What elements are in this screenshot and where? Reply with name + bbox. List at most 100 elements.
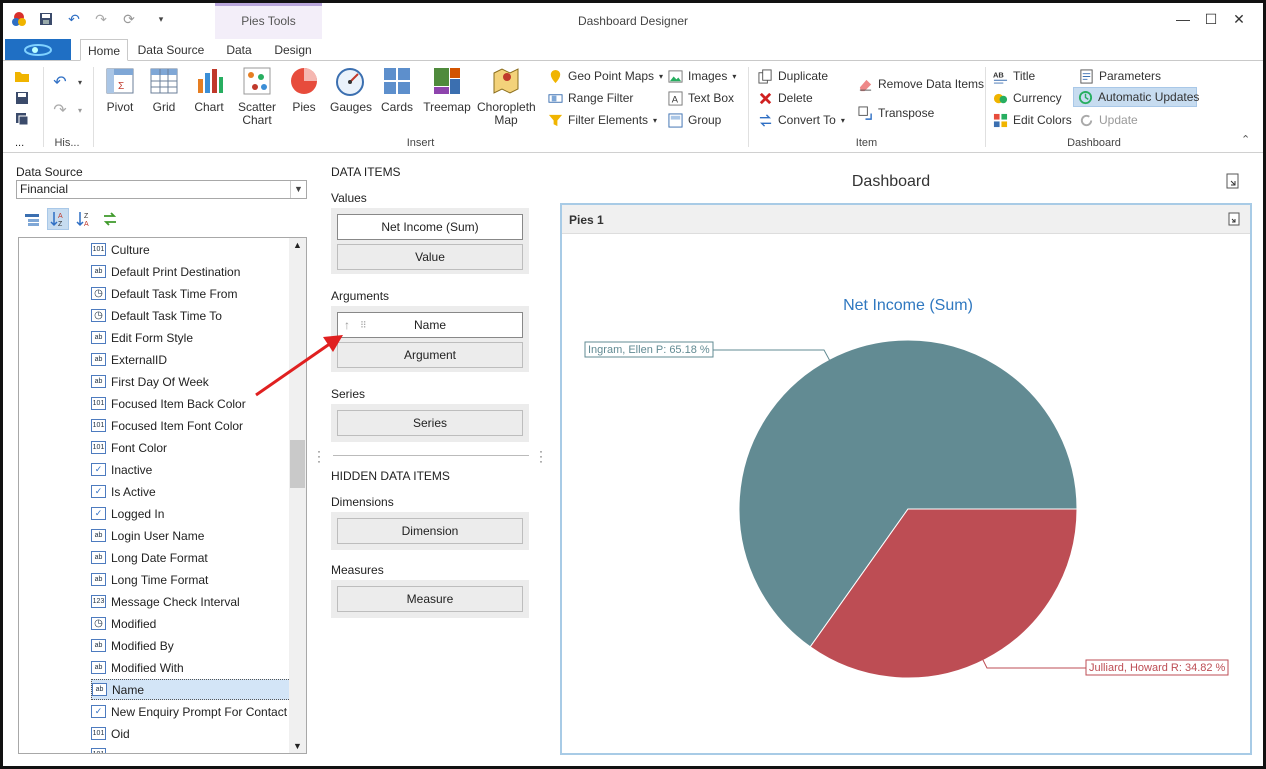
save-as-icon[interactable]: [13, 110, 31, 128]
export-dashboard-icon[interactable]: [1225, 173, 1243, 191]
pie-chart[interactable]: Net Income (Sum) Ingram, Ellen P: 65.18 %…: [562, 234, 1250, 753]
images-button[interactable]: Images ▾: [668, 66, 736, 86]
cards-button[interactable]: Cards: [378, 65, 416, 114]
list-item[interactable]: ab Modified By: [91, 635, 174, 656]
duplicate-button[interactable]: Duplicate: [758, 66, 828, 86]
pies-button[interactable]: Pies: [285, 65, 323, 114]
automatic-updates-button[interactable]: Automatic Updates: [1073, 87, 1199, 107]
list-item[interactable]: ab Modified With: [91, 657, 184, 678]
sort-arrow-up-icon[interactable]: ↑: [344, 313, 350, 337]
close-button[interactable]: ✕: [1225, 9, 1253, 29]
undo-dropdown-icon[interactable]: ▾: [71, 73, 89, 91]
text-box-button[interactable]: A Text Box: [668, 88, 734, 108]
scroll-down-icon[interactable]: ▼: [293, 741, 302, 751]
argument-placeholder-button[interactable]: Argument: [337, 342, 523, 368]
export-item-icon[interactable]: [1227, 212, 1242, 227]
list-item[interactable]: ab Long Time Format: [91, 569, 208, 590]
data-source-select[interactable]: Financial ▼: [16, 180, 307, 199]
list-item[interactable]: ab Long Date Format: [91, 547, 208, 568]
list-item[interactable]: ✓ Inactive: [91, 459, 152, 480]
list-item[interactable]: ab First Day Of Week: [91, 371, 209, 392]
list-item[interactable]: 101 Focused Item Back Color: [91, 393, 246, 414]
dimension-placeholder-button[interactable]: Dimension: [337, 518, 523, 544]
list-item[interactable]: 123 Message Check Interval: [91, 591, 240, 612]
file-tab[interactable]: [5, 39, 71, 60]
choropleth-map-button[interactable]: Choropleth Map: [477, 65, 536, 127]
list-item[interactable]: ✓ Logged In: [91, 503, 164, 524]
tab-design[interactable]: Design: [271, 39, 315, 61]
list-item[interactable]: ◷ Modified: [91, 613, 156, 634]
tab-data-source[interactable]: Data Source: [136, 39, 206, 61]
history-redo-icon[interactable]: ↷: [51, 101, 69, 119]
pies-dashboard-item[interactable]: Pies 1 Net Income (Sum) Ingram, Ellen P: …: [560, 203, 1252, 755]
field-label: Long Time Format: [111, 572, 209, 587]
tab-home[interactable]: Home: [80, 39, 128, 61]
history-group-label: His...: [54, 137, 80, 149]
field-list-scrollbar[interactable]: ▲ ▼: [289, 238, 306, 753]
open-icon[interactable]: [13, 67, 31, 85]
remove-data-items-button[interactable]: Remove Data Items: [858, 74, 984, 94]
pivot-button[interactable]: Σ Pivot: [101, 65, 139, 114]
minimize-button[interactable]: —: [1169, 9, 1197, 29]
list-item[interactable]: 101 Oid: [91, 723, 130, 744]
series-label: Series: [331, 387, 366, 401]
value-placeholder-button[interactable]: Value: [337, 244, 523, 270]
group-by-type-icon[interactable]: [21, 208, 43, 230]
filter-elements-button[interactable]: Filter Elements ▾: [548, 110, 657, 130]
currency-button[interactable]: Currency: [993, 88, 1062, 108]
item-group-label: Item: [855, 137, 878, 149]
save-dashboard-icon[interactable]: [13, 89, 31, 107]
history-undo-icon[interactable]: ↶: [51, 73, 69, 91]
parameters-icon: [1080, 68, 1093, 84]
edit-colors-button[interactable]: Edit Colors: [993, 110, 1072, 130]
scatter-chart-button[interactable]: Scatter Chart: [234, 65, 280, 127]
list-item[interactable]: ◷ Default Task Time From: [91, 283, 237, 304]
list-item[interactable]: ◷ Default Task Time To: [91, 305, 222, 326]
list-item[interactable]: ✓ New Enquiry Prompt For Contact ...: [91, 701, 300, 722]
left-splitter-handle[interactable]: · · ·: [317, 445, 321, 467]
geo-point-maps-button[interactable]: Geo Point Maps ▾: [548, 66, 663, 86]
maximize-button[interactable]: ☐: [1197, 9, 1225, 29]
redo-dropdown-icon[interactable]: ▾: [71, 101, 89, 119]
collapse-ribbon-icon[interactable]: ⌃: [1241, 133, 1250, 146]
field-label: Default Task Time From: [111, 286, 238, 301]
scrollbar-thumb[interactable]: [290, 440, 305, 488]
list-item[interactable]: ab Edit Form Style: [91, 327, 193, 348]
list-item[interactable]: ab Default Print Destination: [91, 261, 240, 282]
tab-data[interactable]: Data: [221, 39, 257, 61]
chevron-down-icon[interactable]: ▼: [290, 181, 306, 198]
right-splitter-handle[interactable]: · · ·: [539, 445, 543, 467]
list-item[interactable]: 101 Font Color: [91, 437, 167, 458]
grid-button[interactable]: Grid: [145, 65, 183, 114]
refresh-fields-icon[interactable]: [99, 208, 121, 230]
field-label: First Day Of Week: [111, 374, 209, 389]
drag-handle-icon[interactable]: ⠿: [360, 313, 367, 337]
chart-button[interactable]: Chart: [190, 65, 228, 114]
delete-button[interactable]: Delete: [758, 88, 813, 108]
update-button[interactable]: Update: [1079, 110, 1138, 130]
transpose-button[interactable]: Transpose: [858, 103, 934, 123]
field-item-selected[interactable]: ab Name: [91, 679, 291, 700]
convert-to-button[interactable]: Convert To ▾: [758, 110, 845, 130]
gauges-button[interactable]: Gauges: [330, 65, 372, 114]
list-item[interactable]: 101 Focused Item Font Color: [91, 415, 243, 436]
field-list[interactable]: 101 Culture ab Default Print Destination ◷ De…: [18, 237, 307, 754]
list-item[interactable]: ab ExternalID: [91, 349, 167, 370]
field-label: Inactive: [111, 462, 153, 477]
list-item[interactable]: ab Login User Name: [91, 525, 204, 546]
list-item[interactable]: 101 Culture: [91, 239, 150, 260]
title-button[interactable]: AB Title: [993, 66, 1035, 86]
measure-placeholder-button[interactable]: Measure: [337, 586, 523, 612]
number-field-icon: 101: [91, 441, 106, 454]
sort-ascending-icon[interactable]: AZ: [47, 208, 69, 230]
treemap-button[interactable]: Treemap: [422, 65, 472, 114]
values-item-net-income[interactable]: Net Income (Sum): [337, 214, 523, 240]
parameters-button[interactable]: Parameters: [1079, 66, 1161, 86]
list-item[interactable]: ✓ Is Active: [91, 481, 156, 502]
group-button[interactable]: Group: [668, 110, 721, 130]
range-filter-button[interactable]: Range Filter: [548, 88, 633, 108]
arguments-item-name[interactable]: ↑ ⠿ Name: [337, 312, 523, 338]
scroll-up-icon[interactable]: ▲: [293, 240, 302, 250]
series-placeholder-button[interactable]: Series: [337, 410, 523, 436]
sort-descending-icon[interactable]: ZA: [73, 208, 95, 230]
